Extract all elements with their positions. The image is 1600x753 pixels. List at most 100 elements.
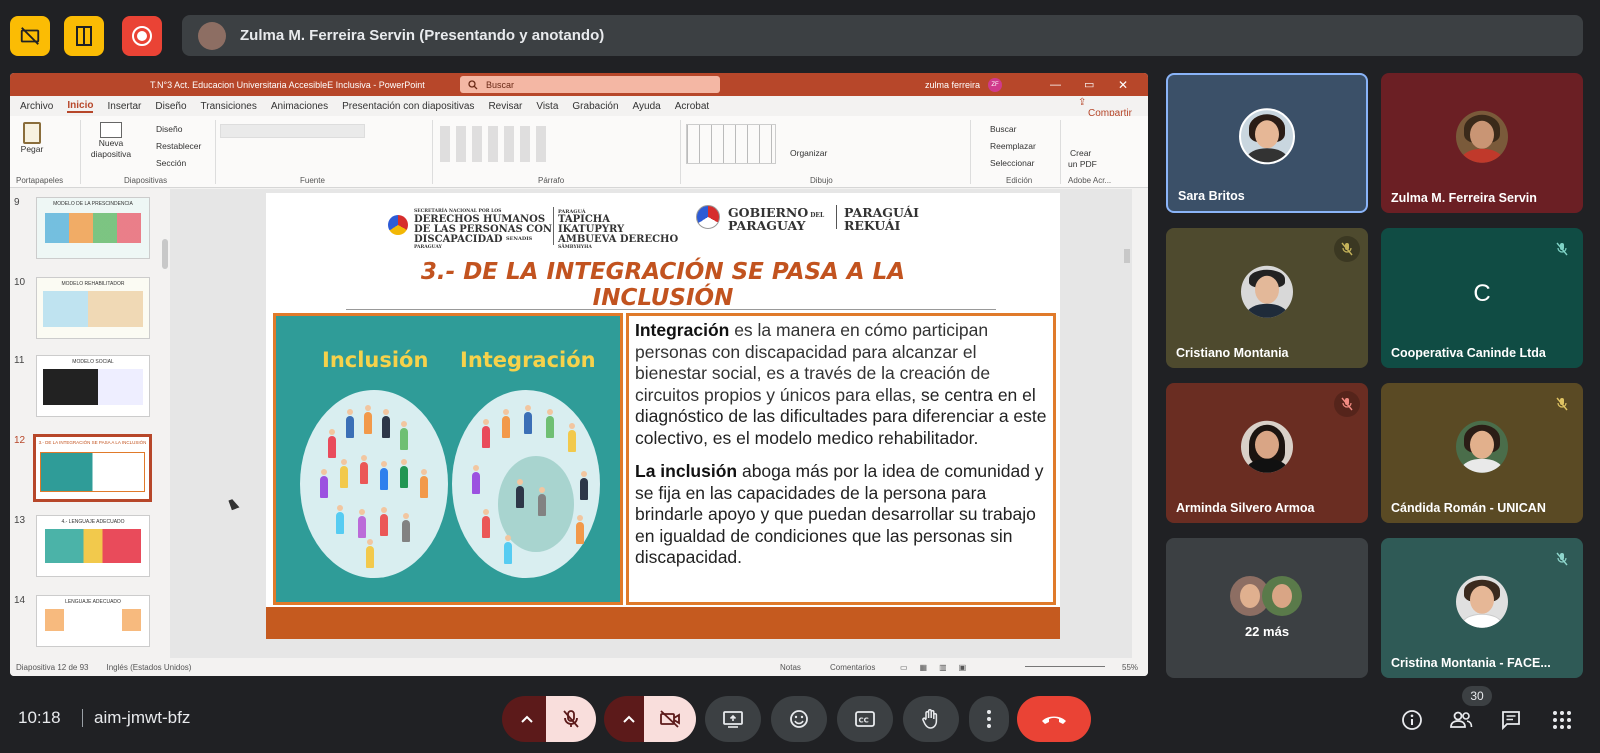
participant-name: Cooperativa Caninde Ltda <box>1391 346 1546 360</box>
shapes-gallery[interactable] <box>686 124 776 164</box>
menu-archivo[interactable]: Archivo <box>20 101 53 112</box>
paste-button[interactable]: Pegar <box>18 122 46 162</box>
menu-transiciones[interactable]: Transiciones <box>201 101 257 112</box>
participant-tile-more[interactable]: 22 más <box>1166 538 1368 678</box>
person-figure <box>420 469 428 498</box>
notes-button[interactable]: Notas <box>780 663 801 672</box>
leave-call-button[interactable] <box>1017 696 1091 742</box>
layout-button[interactable]: Diseño <box>156 124 182 135</box>
participant-tile-arminda[interactable]: Arminda Silvero Armoa <box>1166 383 1368 523</box>
reset-button[interactable]: Restablecer <box>156 141 201 152</box>
menu-animaciones[interactable]: Animaciones <box>271 101 328 112</box>
chat-button[interactable] <box>1491 700 1531 740</box>
thumb-number: 12 <box>14 435 26 446</box>
thumb-scrollbar[interactable] <box>162 239 168 269</box>
new-slide-button[interactable]: Nueva diapositiva <box>86 122 136 168</box>
meeting-time: 10:18 <box>18 708 61 727</box>
menu-ayuda[interactable]: Ayuda <box>633 101 661 112</box>
menu-presentacion[interactable]: Presentación con diapositivas <box>342 101 474 112</box>
menu-vista[interactable]: Vista <box>536 101 558 112</box>
slide-title-line1: 3.- DE LA INTEGRACIÓN SE PASA A LA <box>420 259 906 285</box>
thumb-number: 11 <box>14 355 25 366</box>
slide-thumbnail-11[interactable]: MODELO SOCIAL <box>36 355 150 417</box>
inclusion-term: La inclusión <box>635 461 738 481</box>
close-icon[interactable]: ✕ <box>1118 78 1128 92</box>
clipboard-icon <box>23 122 41 144</box>
slide-thumbnail-10[interactable]: MODELO REHABILITADOR <box>36 277 150 339</box>
participant-tile-zulma[interactable]: Zulma M. Ferreira Servin <box>1381 73 1583 213</box>
presenter-avatar <box>198 21 226 50</box>
slide-thumbnail-9[interactable]: MODELO DE LA PRESCINDENCIA <box>36 197 150 259</box>
camera-toggle-button[interactable] <box>644 696 696 742</box>
mic-toggle-button[interactable] <box>546 696 596 742</box>
person-figure <box>482 419 490 448</box>
slide-thumbnail-13[interactable]: 4.- LENGUAJE ADECUADO <box>36 515 150 577</box>
cast-off-button[interactable] <box>10 16 50 56</box>
person-figure <box>576 515 584 544</box>
slide-12[interactable]: SECRETARÍA NACIONAL POR LOS DERECHOS HUM… <box>266 193 1060 639</box>
create-pdf-line2[interactable]: un PDF <box>1068 159 1097 170</box>
font-box[interactable] <box>220 124 365 138</box>
recording-button[interactable] <box>122 16 162 56</box>
mic-options-button[interactable] <box>502 696 552 742</box>
paragraph-tools[interactable] <box>440 126 550 162</box>
participant-tile-candida[interactable]: Cándida Román - UNICAN <box>1381 383 1583 523</box>
apps-grid-icon <box>1553 711 1571 729</box>
create-pdf-line1[interactable]: Crear <box>1070 148 1091 159</box>
slide-scrollbar[interactable] <box>1124 249 1130 263</box>
person-figure <box>382 409 390 438</box>
status-slide-count: Diapositiva 12 de 93 <box>16 662 89 672</box>
thumb-graphic <box>40 452 145 492</box>
replace-button[interactable]: Reemplazar <box>990 141 1036 152</box>
reactions-button[interactable] <box>771 696 827 742</box>
activities-button[interactable] <box>1542 700 1582 740</box>
thumb-number: 13 <box>14 515 26 526</box>
person-figure <box>358 509 366 538</box>
select-button[interactable]: Seleccionar <box>990 158 1034 169</box>
raise-hand-button[interactable] <box>903 696 959 742</box>
meeting-code: aim-jmwt-bfz <box>94 708 191 727</box>
maximize-icon[interactable]: ▭ <box>1084 78 1094 91</box>
companion-mode-button[interactable] <box>64 16 104 56</box>
slide-label: diapositiva <box>90 149 132 159</box>
meeting-info-button[interactable] <box>1392 700 1432 740</box>
participant-tile-cristina[interactable]: Cristina Montania - FACE... <box>1381 538 1583 678</box>
participant-name: Arminda Silvero Armoa <box>1176 501 1315 515</box>
section-button[interactable]: Sección <box>156 158 186 169</box>
people-button[interactable] <box>1441 700 1481 740</box>
thumb-title: MODELO DE LA PRESCINDENCIA <box>53 201 133 207</box>
more-options-button[interactable] <box>969 696 1009 742</box>
participant-tile-cristiano[interactable]: Cristiano Montania <box>1166 228 1368 368</box>
find-button[interactable]: Buscar <box>990 124 1016 135</box>
inclusion-paragraph: La inclusión aboga más por la idea de co… <box>635 461 1049 569</box>
gobierno-line2: PARAGUAY <box>728 218 806 233</box>
participant-name: Zulma M. Ferreira Servin <box>1391 191 1537 205</box>
participant-tile-cooperativa[interactable]: C Cooperativa Caninde Ltda <box>1381 228 1583 368</box>
slide-thumbnail-12[interactable]: 3.- DE LA INTEGRACIÓN SE PASA A LA INCLU… <box>33 434 152 502</box>
person-figure <box>538 487 546 516</box>
participant-tile-sara-britos[interactable]: Sara Britos <box>1166 73 1368 213</box>
avatar <box>1456 420 1508 473</box>
menu-inicio[interactable]: Inicio <box>67 100 94 113</box>
guarani-sub: SÃMBYHYHA <box>558 245 592 250</box>
captions-button[interactable]: CC <box>837 696 893 742</box>
person-figure <box>360 455 368 484</box>
slide-thumbnail-14[interactable]: LENGUAJE ADECUADO <box>36 595 150 647</box>
minimize-icon[interactable]: — <box>1050 79 1061 91</box>
ppt-search-box[interactable]: Buscar <box>460 76 720 93</box>
menu-acrobat[interactable]: Acrobat <box>675 101 709 112</box>
menu-insertar[interactable]: Insertar <box>107 101 141 112</box>
zoom-slider[interactable] <box>1025 666 1105 667</box>
mic-off-icon <box>1549 236 1575 262</box>
person-figure <box>340 459 348 488</box>
guarani-line3: AMBUEVA DERECHO <box>558 234 679 245</box>
menu-diseno[interactable]: Diseño <box>155 101 186 112</box>
comments-button[interactable]: Comentarios <box>830 663 875 672</box>
arrange-button[interactable]: Organizar <box>790 148 827 159</box>
view-buttons[interactable]: ▭▦▥▣ <box>900 663 978 672</box>
present-button[interactable] <box>705 696 761 742</box>
menu-grabacion[interactable]: Grabación <box>572 101 618 112</box>
menu-revisar[interactable]: Revisar <box>488 101 522 112</box>
people-icon <box>1450 711 1473 728</box>
zoom-level[interactable]: 55% <box>1122 663 1138 672</box>
